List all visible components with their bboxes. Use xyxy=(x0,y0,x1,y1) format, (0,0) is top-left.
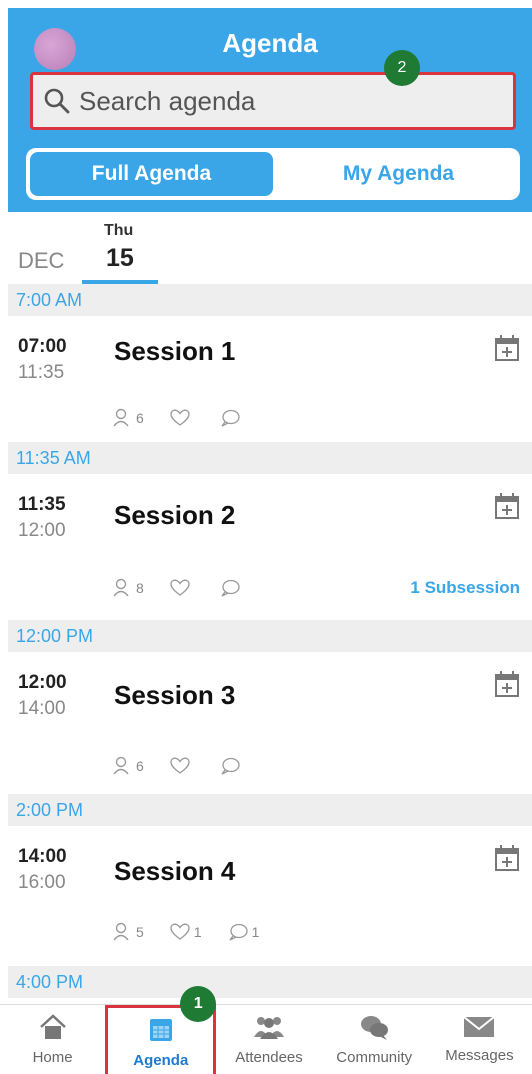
add-to-calendar-icon[interactable] xyxy=(494,492,520,520)
time-header: 11:35 AM xyxy=(8,442,532,474)
date-selector: DEC Thu 15 xyxy=(8,212,532,284)
search-placeholder: Search agenda xyxy=(79,85,256,116)
like-count: 1 xyxy=(193,924,202,940)
session-row[interactable]: 07:00 11:35 Session 1 6 xyxy=(8,316,532,442)
session-meta: 6 xyxy=(112,756,244,776)
session-end: 14:00 xyxy=(18,698,66,719)
attendee-count: 8 xyxy=(136,580,144,596)
session-meta: 8 xyxy=(112,578,244,598)
step-marker-1: 1 xyxy=(180,986,217,1022)
home-icon xyxy=(39,1014,66,1039)
app-header: Agenda Search agenda 2 Full Agenda My Ag… xyxy=(8,8,532,212)
nav-agenda[interactable]: Agenda 1 xyxy=(105,986,217,1074)
people-icon xyxy=(254,1017,284,1039)
day-number[interactable]: 15 xyxy=(106,244,134,273)
session-end: 12:00 xyxy=(18,520,66,541)
heart-icon[interactable] xyxy=(170,923,190,941)
heart-icon[interactable] xyxy=(170,757,190,775)
session-start: 12:00 xyxy=(18,672,67,693)
comment-icon[interactable] xyxy=(228,923,248,941)
session-title[interactable]: Session 4 xyxy=(114,856,235,887)
nav-label: Attendees xyxy=(235,1049,303,1066)
tab-my-agenda[interactable]: My Agenda xyxy=(277,148,520,200)
page-title: Agenda xyxy=(222,28,318,58)
nav-messages[interactable]: Messages xyxy=(427,1005,532,1074)
session-meta: 6 xyxy=(112,408,244,428)
nav-label: Community xyxy=(336,1049,413,1066)
time-header: 2:00 PM xyxy=(8,794,532,826)
agenda-toggle: Full Agenda My Agenda xyxy=(26,148,520,200)
attendee-count: 6 xyxy=(136,410,144,426)
add-to-calendar-icon[interactable] xyxy=(494,670,520,698)
tab-full-agenda[interactable]: Full Agenda xyxy=(30,152,273,196)
step-marker-2: 2 xyxy=(384,50,420,86)
session-end: 11:35 xyxy=(18,362,65,383)
nav-label: Agenda xyxy=(133,1052,189,1069)
session-start: 11:35 xyxy=(18,494,66,515)
session-title[interactable]: Session 1 xyxy=(114,336,235,367)
search-input[interactable]: Search agenda xyxy=(30,72,516,130)
subsession-link[interactable]: 1 Subsession xyxy=(410,578,520,598)
attendee-count: 5 xyxy=(136,924,144,940)
search-icon xyxy=(44,88,70,114)
nav-community[interactable]: Community xyxy=(322,1005,427,1074)
session-row[interactable]: 14:00 16:00 Session 4 5 1 1 xyxy=(8,826,532,966)
session-start: 07:00 xyxy=(18,336,67,357)
bottom-nav: Home Agenda 1 Attendees Community Messag… xyxy=(0,986,532,1074)
calendar-icon xyxy=(149,1019,172,1041)
heart-icon[interactable] xyxy=(170,409,190,427)
comment-icon[interactable] xyxy=(220,757,240,775)
add-to-calendar-icon[interactable] xyxy=(494,844,520,872)
attendee-icon xyxy=(113,922,129,941)
session-meta: 5 1 1 xyxy=(112,922,259,942)
time-header: 7:00 AM xyxy=(8,284,532,316)
session-end: 16:00 xyxy=(18,872,66,893)
comment-count: 1 xyxy=(251,924,260,940)
time-header: 12:00 PM xyxy=(8,620,532,652)
comment-icon[interactable] xyxy=(220,579,240,597)
nav-label: Home xyxy=(32,1049,73,1066)
attendee-icon xyxy=(113,408,129,427)
attendee-icon xyxy=(113,578,129,597)
session-row[interactable]: 11:35 12:00 Session 2 8 1 Subsession xyxy=(8,474,532,620)
attendee-icon xyxy=(113,756,129,775)
month-label: DEC xyxy=(18,248,65,273)
envelope-icon xyxy=(463,1016,496,1037)
session-row[interactable]: 12:00 14:00 Session 3 6 xyxy=(8,652,532,794)
session-start: 14:00 xyxy=(18,846,67,867)
day-of-week[interactable]: Thu xyxy=(104,222,133,240)
nav-label: Messages xyxy=(445,1047,514,1064)
session-title[interactable]: Session 3 xyxy=(114,680,235,711)
nav-attendees[interactable]: Attendees xyxy=(216,1005,321,1074)
comment-icon[interactable] xyxy=(220,409,240,427)
add-to-calendar-icon[interactable] xyxy=(494,334,520,362)
attendee-count: 6 xyxy=(136,758,144,774)
time-header: 4:00 PM xyxy=(8,966,532,998)
agenda-list: 7:00 AM 07:00 11:35 Session 1 6 11:35 AM… xyxy=(8,284,532,1004)
session-title[interactable]: Session 2 xyxy=(114,500,235,531)
chat-bubbles-icon xyxy=(361,1016,389,1040)
heart-icon[interactable] xyxy=(170,579,190,597)
nav-home[interactable]: Home xyxy=(0,1005,105,1074)
